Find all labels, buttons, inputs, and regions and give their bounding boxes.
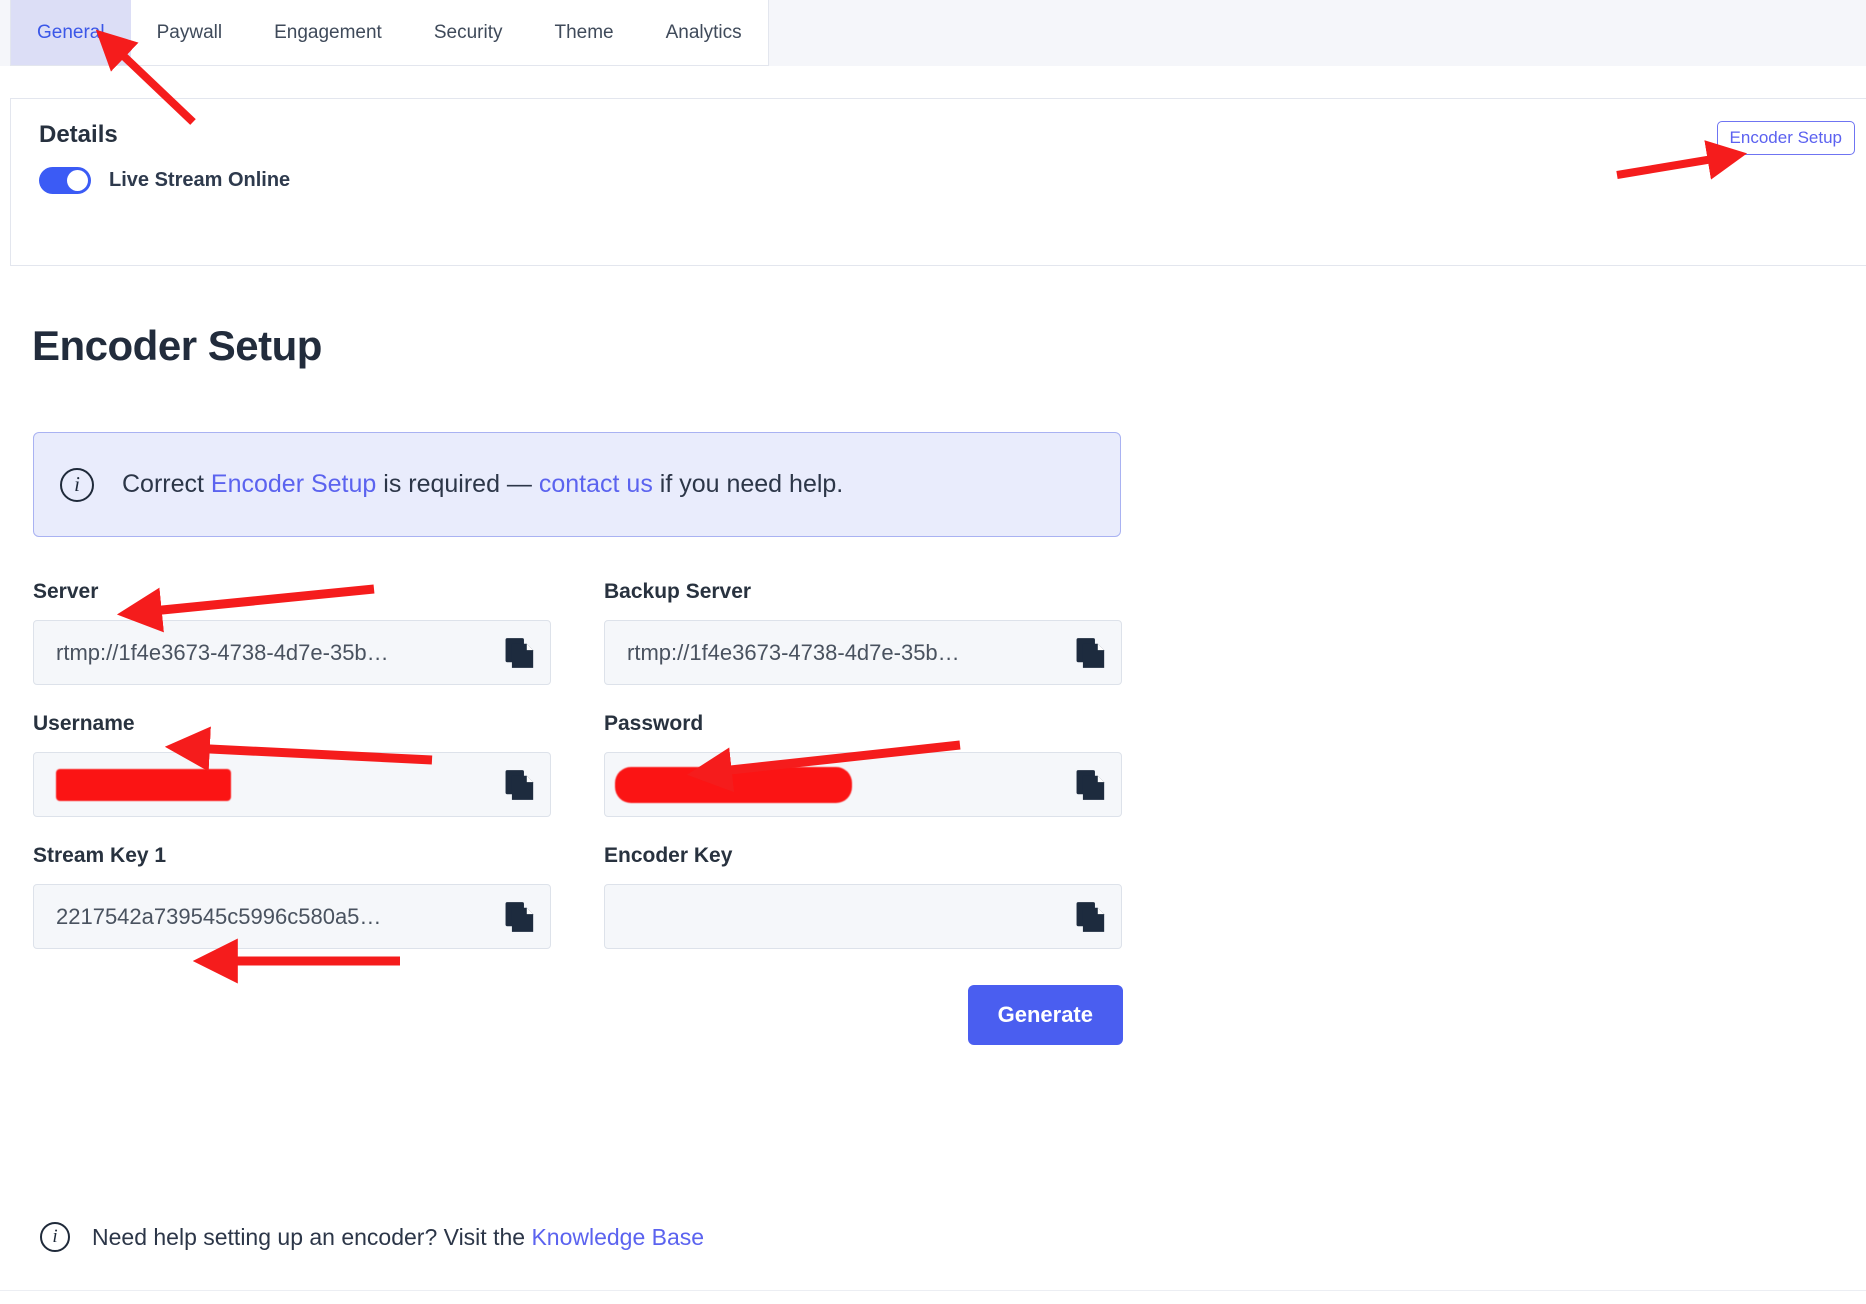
username-redaction <box>56 769 231 801</box>
banner-contact-us-link[interactable]: contact us <box>539 470 653 498</box>
generate-button[interactable]: Generate <box>968 985 1123 1045</box>
tab-paywall[interactable]: Paywall <box>131 0 248 65</box>
generate-button-row: Generate <box>33 985 1123 1045</box>
info-banner-text: Correct Encoder Setup is required — cont… <box>122 470 843 499</box>
tab-theme[interactable]: Theme <box>528 0 639 65</box>
field-label-username: Username <box>33 712 551 736</box>
copy-icon[interactable] <box>1073 636 1107 670</box>
details-title: Details <box>39 121 118 149</box>
field-password: Password <box>604 712 1122 817</box>
form-row-servers: Server rtmp://1f4e3673-4738-4d7e-35b… Ba… <box>33 580 1123 685</box>
tab-security[interactable]: Security <box>408 0 529 65</box>
bottom-divider <box>0 1290 1866 1291</box>
field-encoder-key: Encoder Key <box>604 844 1122 949</box>
form-row-credentials: Username Password <box>33 712 1123 817</box>
encoder-setup-button[interactable]: Encoder Setup <box>1717 121 1855 155</box>
copy-icon[interactable] <box>502 636 536 670</box>
server-value: rtmp://1f4e3673-4738-4d7e-35b… <box>56 640 389 666</box>
banner-encoder-setup-link[interactable]: Encoder Setup <box>211 470 376 498</box>
field-label-backup-server: Backup Server <box>604 580 1122 604</box>
page-title: Encoder Setup <box>32 322 322 370</box>
field-username: Username <box>33 712 551 817</box>
copy-icon[interactable] <box>1073 768 1107 802</box>
copy-icon[interactable] <box>502 900 536 934</box>
field-label-server: Server <box>33 580 551 604</box>
settings-tab-bar: General Paywall Engagement Security Them… <box>10 0 769 66</box>
copy-icon[interactable] <box>1073 900 1107 934</box>
stream-key-1-value: 2217542a739545c5996c580a5… <box>56 904 381 930</box>
knowledge-base-link[interactable]: Knowledge Base <box>531 1224 704 1250</box>
info-icon: i <box>40 1222 70 1252</box>
tab-analytics[interactable]: Analytics <box>640 0 768 65</box>
password-redaction <box>615 767 852 803</box>
live-stream-toggle-label: Live Stream Online <box>109 169 290 192</box>
banner-text-1: Correct <box>122 470 211 498</box>
field-server: Server rtmp://1f4e3673-4738-4d7e-35b… <box>33 580 551 685</box>
field-label-encoder-key: Encoder Key <box>604 844 1122 868</box>
field-label-password: Password <box>604 712 1122 736</box>
toggle-knob <box>67 170 88 191</box>
banner-text-2: is required — <box>376 470 539 498</box>
info-icon: i <box>60 468 94 502</box>
server-input[interactable]: rtmp://1f4e3673-4738-4d7e-35b… <box>33 620 551 685</box>
field-stream-key-1: Stream Key 1 2217542a739545c5996c580a5… <box>33 844 551 949</box>
live-stream-toggle[interactable] <box>39 167 91 194</box>
backup-server-input[interactable]: rtmp://1f4e3673-4738-4d7e-35b… <box>604 620 1122 685</box>
field-label-stream-key-1: Stream Key 1 <box>33 844 551 868</box>
tab-engagement[interactable]: Engagement <box>248 0 408 65</box>
stream-key-1-input[interactable]: 2217542a739545c5996c580a5… <box>33 884 551 949</box>
live-stream-toggle-row: Live Stream Online <box>39 167 290 194</box>
form-row-keys: Stream Key 1 2217542a739545c5996c580a5… … <box>33 844 1123 949</box>
encoder-info-banner: i Correct Encoder Setup is required — co… <box>33 432 1121 537</box>
copy-icon[interactable] <box>502 768 536 802</box>
details-card: Details Live Stream Online Encoder Setup <box>10 98 1866 266</box>
password-input[interactable] <box>604 752 1122 817</box>
username-input[interactable] <box>33 752 551 817</box>
footer-help-row: i Need help setting up an encoder? Visit… <box>40 1222 704 1252</box>
backup-server-value: rtmp://1f4e3673-4738-4d7e-35b… <box>627 640 960 666</box>
encoder-key-input[interactable] <box>604 884 1122 949</box>
field-backup-server: Backup Server rtmp://1f4e3673-4738-4d7e-… <box>604 580 1122 685</box>
footer-help-text: Need help setting up an encoder? Visit t… <box>92 1224 704 1251</box>
footer-text-1: Need help setting up an encoder? Visit t… <box>92 1224 531 1250</box>
encoder-setup-form: Server rtmp://1f4e3673-4738-4d7e-35b… Ba… <box>33 580 1123 1045</box>
tab-general[interactable]: General <box>11 0 131 65</box>
banner-text-3: if you need help. <box>653 470 843 498</box>
